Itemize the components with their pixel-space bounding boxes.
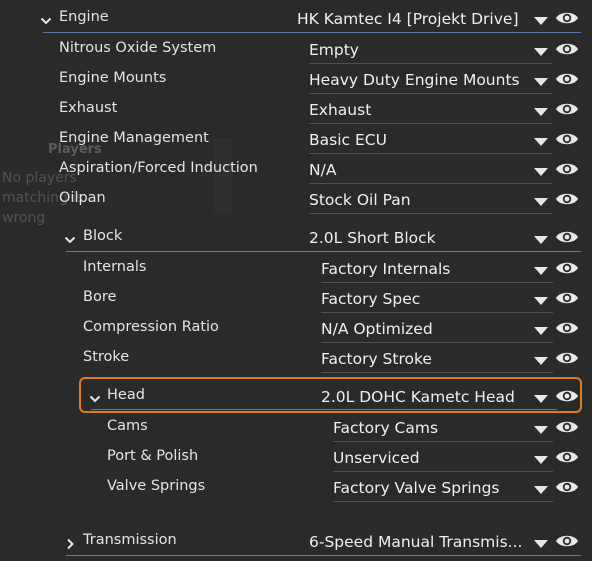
block-value[interactable]: 2.0L Short Block [309, 229, 436, 247]
eye-icon[interactable] [555, 531, 579, 551]
oilpan-value[interactable]: Stock Oil Pan [309, 191, 411, 209]
valve-springs-label: Valve Springs [107, 478, 206, 494]
block-row[interactable]: Block 2.0L Short Block [0, 222, 592, 252]
caret-down-icon[interactable] [532, 353, 550, 367]
caret-down-icon[interactable] [532, 194, 550, 208]
nitrous-value[interactable]: Empty [309, 41, 359, 59]
cams-label: Cams [107, 418, 148, 434]
list-item-cams[interactable]: Cams Factory Cams [0, 412, 592, 442]
engine-row[interactable]: Engine HK Kamtec I4 [Projekt Drive] [0, 3, 592, 33]
eye-icon[interactable] [555, 227, 579, 247]
engine-mounts-value[interactable]: Heavy Duty Engine Mounts [309, 71, 520, 89]
chevron-down-icon[interactable] [64, 231, 76, 244]
eye-icon[interactable] [555, 129, 579, 149]
chevron-down-icon[interactable] [40, 12, 52, 25]
list-item-nitrous[interactable]: Nitrous Oxide System Empty [0, 34, 592, 64]
head-value[interactable]: 2.0L DOHC Kametc Head [321, 388, 515, 406]
chevron-down-icon[interactable] [89, 390, 101, 403]
engine-management-label: Engine Management [59, 130, 209, 146]
block-label: Block [83, 228, 123, 244]
eye-icon[interactable] [555, 348, 579, 368]
caret-down-icon[interactable] [532, 13, 550, 27]
transmission-separator [66, 555, 581, 556]
aspiration-value[interactable]: N/A [309, 161, 336, 179]
list-item-stroke[interactable]: Stroke Factory Stroke [0, 343, 592, 373]
caret-down-icon[interactable] [532, 44, 550, 58]
oilpan-label: Oilpan [59, 190, 106, 206]
eye-icon[interactable] [555, 39, 579, 59]
caret-down-icon[interactable] [532, 134, 550, 148]
eye-icon[interactable] [555, 477, 579, 497]
caret-down-icon[interactable] [532, 536, 550, 550]
caret-down-icon[interactable] [532, 391, 550, 405]
eye-icon[interactable] [555, 99, 579, 119]
list-item-engine-management[interactable]: Engine Management Basic ECU [0, 124, 592, 154]
list-item-bore[interactable]: Bore Factory Spec [0, 283, 592, 313]
aspiration-label: Aspiration/Forced Induction [59, 160, 258, 176]
valve-springs-value[interactable]: Factory Valve Springs [333, 479, 499, 497]
nitrous-label: Nitrous Oxide System [59, 40, 217, 56]
eye-icon[interactable] [555, 159, 579, 179]
engine-separator [43, 32, 581, 33]
caret-down-icon[interactable] [532, 232, 550, 246]
list-item-valve-springs[interactable]: Valve Springs Factory Valve Springs [0, 472, 592, 502]
eye-icon[interactable] [555, 386, 579, 406]
engine-management-value[interactable]: Basic ECU [309, 131, 387, 149]
stroke-value[interactable]: Factory Stroke [321, 350, 432, 368]
caret-down-icon[interactable] [532, 164, 550, 178]
eye-icon[interactable] [555, 189, 579, 209]
engine-mounts-label: Engine Mounts [59, 70, 167, 86]
compression-ratio-value[interactable]: N/A Optimized [321, 320, 433, 338]
transmission-value[interactable]: 6-Speed Manual Transmis... [309, 533, 522, 551]
caret-down-icon[interactable] [532, 452, 550, 466]
engine-value[interactable]: HK Kamtec I4 [Projekt Drive] [297, 10, 519, 28]
caret-down-icon[interactable] [532, 74, 550, 88]
eye-icon[interactable] [555, 288, 579, 308]
caret-down-icon[interactable] [532, 482, 550, 496]
transmission-row[interactable]: Transmission 6-Speed Manual Transmis... [0, 526, 592, 556]
bore-label: Bore [83, 289, 117, 305]
eye-icon[interactable] [555, 447, 579, 467]
list-item-engine-mounts[interactable]: Engine Mounts Heavy Duty Engine Mounts [0, 64, 592, 94]
caret-down-icon[interactable] [532, 263, 550, 277]
compression-ratio-label: Compression Ratio [83, 319, 219, 335]
head-label: Head [107, 387, 145, 403]
engine-label: Engine [59, 9, 109, 25]
caret-down-icon[interactable] [532, 104, 550, 118]
list-item-internals[interactable]: Internals Factory Internals [0, 253, 592, 283]
caret-down-icon[interactable] [532, 323, 550, 337]
eye-icon[interactable] [555, 69, 579, 89]
eye-icon[interactable] [555, 318, 579, 338]
internals-value[interactable]: Factory Internals [321, 260, 450, 278]
port-polish-value[interactable]: Unserviced [333, 449, 420, 467]
cams-value[interactable]: Factory Cams [333, 419, 438, 437]
exhaust-label: Exhaust [59, 100, 118, 116]
caret-down-icon[interactable] [532, 293, 550, 307]
bore-value[interactable]: Factory Spec [321, 290, 420, 308]
transmission-label: Transmission [83, 532, 177, 548]
head-row[interactable]: Head 2.0L DOHC Kametc Head [0, 381, 592, 411]
list-item-port-polish[interactable]: Port & Polish Unserviced [0, 442, 592, 472]
caret-down-icon[interactable] [532, 422, 550, 436]
chevron-right-icon[interactable] [64, 535, 76, 550]
list-item-compression-ratio[interactable]: Compression Ratio N/A Optimized [0, 313, 592, 343]
eye-icon[interactable] [555, 258, 579, 278]
list-item-exhaust[interactable]: Exhaust Exhaust [0, 94, 592, 124]
head-separator [91, 409, 557, 410]
stroke-label: Stroke [83, 349, 130, 365]
eye-icon[interactable] [555, 417, 579, 437]
block-separator [66, 251, 581, 252]
list-item-aspiration[interactable]: Aspiration/Forced Induction N/A [0, 154, 592, 184]
internals-label: Internals [83, 259, 147, 275]
port-polish-label: Port & Polish [107, 448, 199, 464]
exhaust-value[interactable]: Exhaust [309, 101, 371, 119]
list-item-oilpan[interactable]: Oilpan Stock Oil Pan [0, 184, 592, 214]
eye-icon[interactable] [555, 8, 579, 28]
